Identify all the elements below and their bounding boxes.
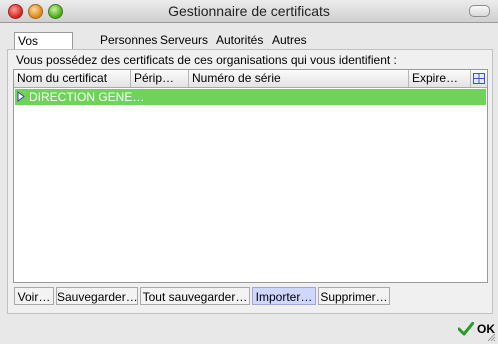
description-text: Vous possédez des certificats de ces org… — [16, 53, 397, 67]
tab-others[interactable]: Autres — [269, 32, 310, 48]
tree-header: Nom du certificat Périp… Numéro de série… — [14, 70, 487, 88]
certificate-manager-window: Gestionnaire de certificats Vos certific… — [0, 0, 498, 344]
window-title: Gestionnaire de certificats — [168, 3, 330, 19]
certificate-name: DIRECTION GENE… — [29, 90, 145, 104]
resize-grip-icon[interactable] — [486, 332, 496, 342]
column-header-device[interactable]: Périp… — [131, 70, 189, 87]
tab-your-certificates[interactable]: Vos certificats — [14, 32, 73, 64]
checkmark-icon — [458, 322, 474, 336]
column-header-expires[interactable]: Expire… — [409, 70, 471, 87]
certificate-row[interactable]: DIRECTION GENE… — [15, 89, 486, 105]
column-picker-icon[interactable] — [471, 70, 487, 87]
tab-servers[interactable]: Serveurs — [157, 32, 211, 48]
toolbar-toggle-button[interactable] — [469, 5, 490, 17]
expand-arrow-icon[interactable] — [17, 91, 25, 102]
title-bar[interactable]: Gestionnaire de certificats — [0, 0, 498, 23]
backup-all-button[interactable]: Tout sauvegarder… — [140, 287, 250, 305]
column-header-serial[interactable]: Numéro de série — [189, 70, 409, 87]
column-header-name[interactable]: Nom du certificat — [14, 70, 131, 87]
delete-button[interactable]: Supprimer… — [318, 287, 390, 305]
tab-people[interactable]: Personnes — [97, 32, 160, 48]
backup-button[interactable]: Sauvegarder… — [56, 287, 138, 305]
view-button[interactable]: Voir… — [14, 287, 54, 305]
certificate-tree[interactable]: Nom du certificat Périp… Numéro de série… — [13, 69, 488, 283]
import-button[interactable]: Importer… — [252, 287, 316, 305]
tab-authorities[interactable]: Autorités — [213, 32, 266, 48]
